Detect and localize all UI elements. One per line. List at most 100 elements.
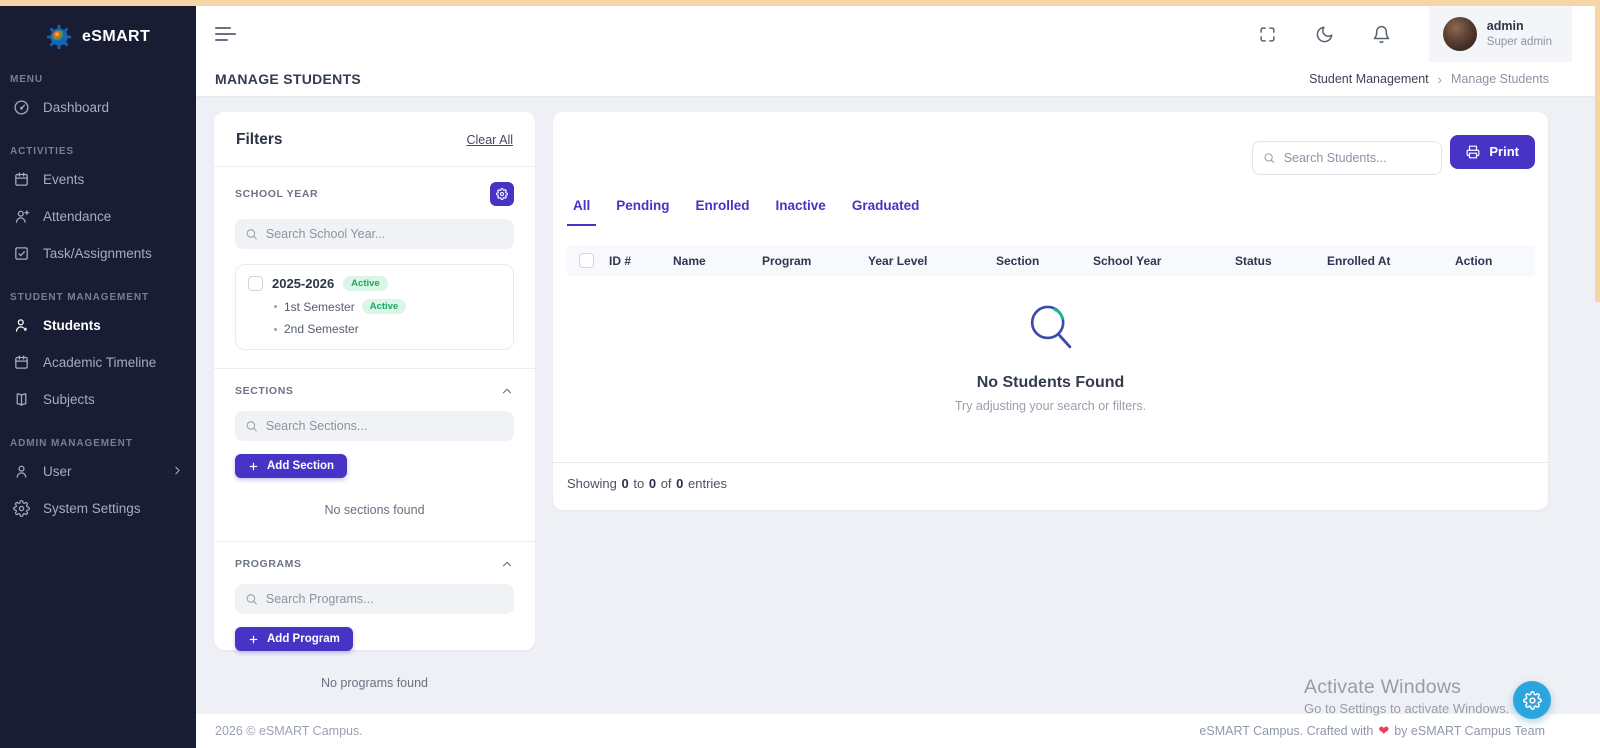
bullet-icon: [274, 328, 277, 331]
school-year-checkbox[interactable]: [248, 276, 263, 291]
sidebar-item-label: User: [43, 464, 72, 479]
sidebar-item-dashboard[interactable]: Dashboard: [0, 89, 196, 126]
brand-gear-icon: [46, 24, 72, 50]
sections-search-input[interactable]: [266, 419, 504, 433]
sidebar-section-student-management: STUDENT MANAGEMENT: [10, 292, 186, 303]
print-button[interactable]: Print: [1450, 135, 1535, 169]
sections-filter: SECTIONS Add Section No sections found: [214, 369, 535, 541]
sidebar-item-label: Students: [43, 318, 101, 333]
add-section-button[interactable]: Add Section: [235, 454, 347, 478]
search-icon: [245, 227, 258, 241]
credits-text: eSMART Campus. Crafted with ❤ by eSMART …: [1199, 723, 1545, 739]
student-icon: [13, 317, 30, 334]
semester-label: 2nd Semester: [284, 322, 359, 336]
watermark-line1: Activate Windows: [1304, 676, 1509, 699]
dark-mode-icon[interactable]: [1315, 25, 1334, 44]
calendar-icon: [13, 354, 30, 371]
empty-state-subtitle: Try adjusting your search or filters.: [955, 399, 1146, 413]
task-check-icon: [13, 245, 30, 262]
sidebar-item-academic-timeline[interactable]: Academic Timeline: [0, 344, 196, 381]
sidebar-item-students[interactable]: Students: [0, 307, 196, 344]
students-search-input[interactable]: [1284, 151, 1432, 165]
sidebar: eSMART MENU Dashboard ACTIVITIES Events …: [0, 0, 196, 748]
tab-inactive[interactable]: Inactive: [770, 198, 832, 226]
pagination-summary: Showing 0 to 0 of 0 entries: [553, 463, 1548, 504]
scrollbar-thumb[interactable]: [1595, 6, 1600, 302]
sidebar-section-activities: ACTIVITIES: [10, 146, 186, 157]
brand-logo: eSMART: [0, 20, 196, 54]
programs-search-input[interactable]: [266, 592, 504, 606]
calendar-icon: [13, 171, 30, 188]
sidebar-toggle-button[interactable]: [215, 27, 239, 41]
bullet-icon: [274, 305, 277, 308]
user-icon: [13, 463, 30, 480]
user-menu[interactable]: admin Super admin: [1429, 6, 1572, 62]
tab-pending[interactable]: Pending: [610, 198, 675, 226]
page-title: MANAGE STUDENTS: [215, 71, 361, 87]
user-name: admin: [1487, 19, 1552, 35]
school-year-label: SCHOOL YEAR: [235, 188, 318, 200]
filters-panel: Filters Clear All SCHOOL YEAR 2025-2026 …: [214, 112, 535, 650]
dashboard-icon: [13, 99, 30, 116]
students-panel: Print All Pending Enrolled Inactive Grad…: [553, 112, 1548, 510]
tab-all[interactable]: All: [567, 198, 596, 226]
user-role: Super admin: [1487, 35, 1552, 49]
column-name: Name: [673, 254, 762, 268]
column-section: Section: [996, 254, 1093, 268]
book-icon: [13, 391, 30, 408]
tab-graduated[interactable]: Graduated: [846, 198, 926, 226]
search-icon: [245, 419, 258, 433]
column-program: Program: [762, 254, 868, 268]
programs-label: PROGRAMS: [235, 558, 302, 570]
school-year-filter: SCHOOL YEAR 2025-2026 Active 1st Semeste…: [214, 167, 535, 368]
sidebar-item-subjects[interactable]: Subjects: [0, 381, 196, 418]
add-section-label: Add Section: [267, 460, 334, 472]
printer-icon: [1466, 145, 1480, 159]
sidebar-section-admin-management: ADMIN MANAGEMENT: [10, 438, 186, 449]
topbar: admin Super admin: [196, 6, 1600, 62]
chevron-up-icon[interactable]: [500, 557, 514, 571]
empty-state: No Students Found Try adjusting your sea…: [553, 276, 1548, 462]
programs-empty-text: No programs found: [235, 676, 514, 690]
sidebar-item-attendance[interactable]: Attendance: [0, 198, 196, 235]
column-id: ID #: [609, 254, 673, 268]
theme-settings-fab-button[interactable]: [1513, 681, 1551, 719]
school-year-settings-button[interactable]: [490, 182, 514, 206]
sidebar-item-events[interactable]: Events: [0, 161, 196, 198]
semester-item[interactable]: 1st Semester Active: [274, 299, 501, 314]
sidebar-item-task-assignments[interactable]: Task/Assignments: [0, 235, 196, 272]
empty-state-title: No Students Found: [977, 374, 1125, 392]
sidebar-item-label: Task/Assignments: [43, 246, 152, 261]
chevron-right-icon: ›: [1438, 72, 1442, 87]
sidebar-item-user[interactable]: User: [0, 453, 196, 490]
heart-icon: ❤: [1378, 723, 1389, 739]
add-program-label: Add Program: [267, 633, 340, 645]
avatar: [1443, 17, 1477, 51]
brand-name: eSMART: [82, 28, 150, 46]
breadcrumb: Student Management › Manage Students: [1309, 72, 1549, 87]
column-school-year: School Year: [1093, 254, 1235, 268]
gear-icon: [13, 500, 30, 517]
sidebar-section-menu: MENU: [10, 74, 186, 85]
semester-item[interactable]: 2nd Semester: [274, 322, 501, 336]
sidebar-item-label: Attendance: [43, 209, 111, 224]
empty-search-icon: [1020, 297, 1082, 359]
chevron-up-icon[interactable]: [500, 384, 514, 398]
fullscreen-icon[interactable]: [1258, 25, 1277, 44]
column-enrolled-at: Enrolled At: [1327, 254, 1455, 268]
top-accent-strip: [0, 0, 1600, 6]
school-year-value: 2025-2026: [272, 276, 334, 291]
select-all-checkbox[interactable]: [579, 253, 594, 268]
notifications-bell-icon[interactable]: [1372, 25, 1391, 44]
sidebar-item-system-settings[interactable]: System Settings: [0, 490, 196, 527]
school-year-search-input[interactable]: [266, 227, 504, 241]
column-action: Action: [1455, 254, 1535, 268]
breadcrumb-parent[interactable]: Student Management: [1309, 72, 1429, 86]
copyright-text: 2026 © eSMART Campus.: [215, 724, 363, 738]
sidebar-item-label: Events: [43, 172, 84, 187]
tab-enrolled[interactable]: Enrolled: [690, 198, 756, 226]
add-program-button[interactable]: Add Program: [235, 627, 353, 651]
school-year-item: 2025-2026 Active 1st Semester Active 2nd…: [235, 264, 514, 350]
clear-all-link[interactable]: Clear All: [466, 133, 513, 147]
gear-icon: [1523, 691, 1542, 710]
